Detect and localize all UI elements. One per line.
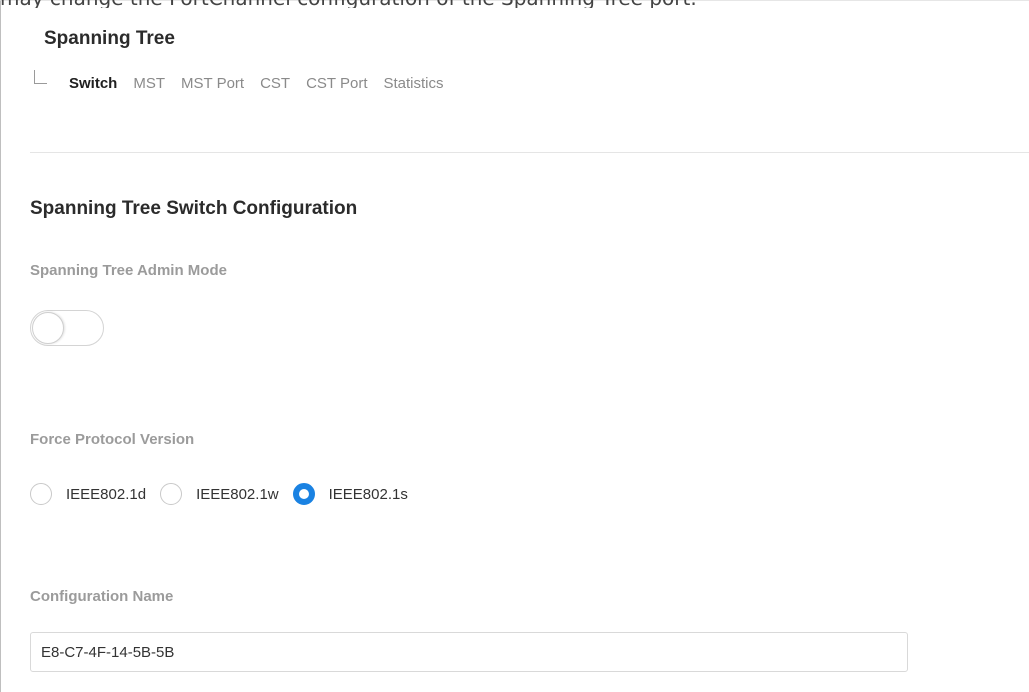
config-name-input[interactable] xyxy=(30,632,908,672)
radio-unchecked-icon[interactable] xyxy=(160,483,183,505)
section-title: Spanning Tree Switch Configuration xyxy=(30,198,358,219)
clipped-top-text-content: may change the PortChannel configuration… xyxy=(0,0,697,8)
radio-unchecked-icon[interactable] xyxy=(30,483,52,505)
radio-label: IEEE802.1d xyxy=(66,485,147,503)
page-title: Spanning Tree xyxy=(44,28,175,49)
toggle-knob xyxy=(32,312,64,344)
tab-statistics[interactable]: Statistics xyxy=(384,75,444,92)
tab-cst-port[interactable]: CST Port xyxy=(306,75,367,92)
clipped-top-text: may change the PortChannel configuration… xyxy=(0,0,1029,8)
force-protocol-radio-group: IEEE802.1d IEEE802.1w IEEE802.1s xyxy=(30,481,422,507)
force-protocol-label: Force Protocol Version xyxy=(30,431,195,448)
sub-navigation: Switch MST MST Port CST CST Port Statist… xyxy=(34,70,460,94)
tab-switch[interactable]: Switch xyxy=(69,75,117,92)
radio-label: IEEE802.1w xyxy=(196,485,279,503)
tab-mst[interactable]: MST xyxy=(133,75,165,92)
tab-mst-port[interactable]: MST Port xyxy=(181,75,244,92)
radio-option-ieee8021d[interactable]: IEEE802.1d xyxy=(30,483,146,505)
divider xyxy=(30,152,1029,153)
radio-checked-icon[interactable] xyxy=(292,483,315,505)
tab-cst[interactable]: CST xyxy=(260,75,290,92)
radio-option-ieee8021w[interactable]: IEEE802.1w xyxy=(160,483,279,505)
config-name-label: Configuration Name xyxy=(30,588,174,605)
radio-label: IEEE802.1s xyxy=(328,485,408,503)
tree-branch-icon xyxy=(34,70,47,84)
admin-mode-label: Spanning Tree Admin Mode xyxy=(30,262,227,279)
radio-option-ieee8021s[interactable]: IEEE802.1s xyxy=(292,483,408,505)
admin-mode-toggle[interactable] xyxy=(30,310,104,346)
